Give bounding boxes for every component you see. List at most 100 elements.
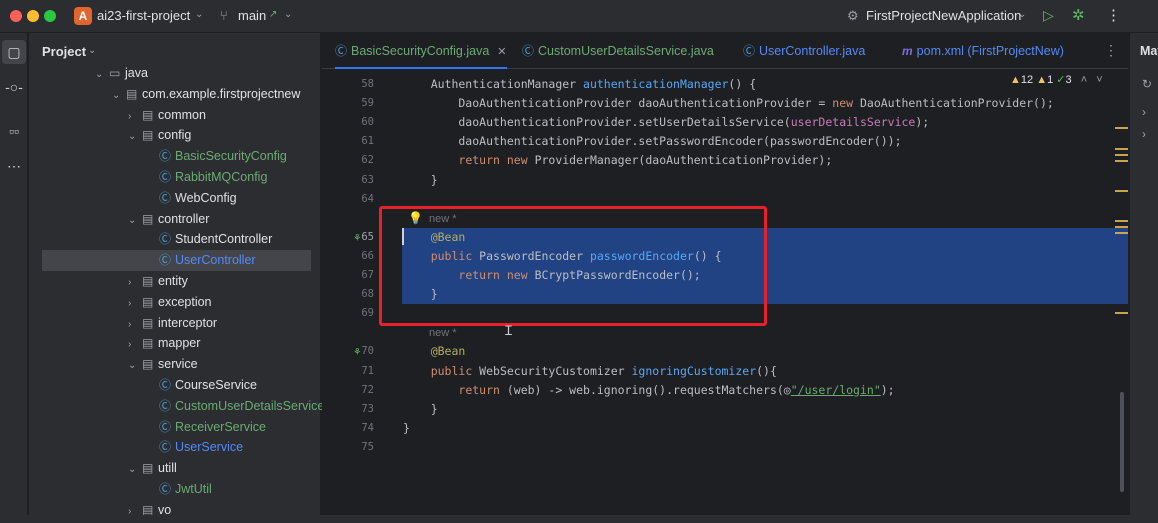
- code-line[interactable]: 61 daoAuthenticationProvider.setPassword…: [322, 132, 1128, 151]
- chevron-down-icon[interactable]: ⌄: [195, 9, 203, 20]
- code-line[interactable]: 60 daoAuthenticationProvider.setUserDeta…: [322, 113, 1128, 132]
- error-stripe-marker[interactable]: [1115, 226, 1128, 228]
- project-selector[interactable]: ai23-first-project: [97, 8, 190, 23]
- error-stripe-marker[interactable]: [1115, 190, 1128, 192]
- code-line[interactable]: 58 AuthenticationManager authenticationM…: [322, 75, 1128, 94]
- inspection-widget[interactable]: ▲12 ▲1 ✓3 ˄ ˅: [1010, 73, 1103, 86]
- tree-item[interactable]: › ▤ entity: [128, 271, 188, 292]
- tabs-more-button[interactable]: ⋮: [1104, 42, 1118, 59]
- run-configuration-selector[interactable]: FirstProjectNewApplication: [866, 8, 1021, 23]
- tree-item[interactable]: ⌄ ▤ config: [128, 125, 191, 146]
- more-actions-button[interactable]: ⋮: [1106, 6, 1121, 24]
- chevron-right-icon[interactable]: ›: [128, 106, 142, 127]
- tree-item[interactable]: ⌄ ▤ controller: [128, 209, 209, 230]
- tree-item[interactable]: ⌄ ▤ utill: [128, 458, 177, 479]
- chevron-down-icon[interactable]: ⌄: [284, 9, 292, 20]
- chevron-down-icon[interactable]: ⌄: [112, 85, 126, 106]
- error-stripe-marker[interactable]: [1115, 312, 1128, 314]
- code-line[interactable]: 72 return (web) -> web.ignoring().reques…: [322, 381, 1128, 400]
- tree-item[interactable]: Ⓒ CustomUserDetailsService: [145, 396, 324, 417]
- tree-item[interactable]: ⌄ ▭ java: [95, 63, 148, 84]
- chevron-right-icon[interactable]: ›: [1142, 105, 1146, 119]
- project-badge[interactable]: A: [74, 7, 92, 25]
- chevron-right-icon[interactable]: ›: [128, 314, 142, 335]
- tree-item[interactable]: Ⓒ BasicSecurityConfig: [145, 146, 287, 167]
- editor-scrollbar[interactable]: [1120, 392, 1124, 492]
- tree-item[interactable]: Ⓒ CourseService: [145, 375, 257, 396]
- tree-item[interactable]: › ▤ mapper: [128, 333, 200, 354]
- chevron-right-icon[interactable]: ›: [128, 293, 142, 314]
- close-icon[interactable]: ✕: [497, 46, 506, 58]
- chevron-right-icon[interactable]: ›: [128, 334, 142, 355]
- chevron-right-icon[interactable]: ›: [1142, 127, 1146, 141]
- tree-item-label: CustomUserDetailsService: [175, 398, 325, 413]
- tab-basic-security-config[interactable]: Ⓒ BasicSecurityConfig.java ✕: [335, 33, 507, 69]
- chevron-up-icon[interactable]: ˄: [1081, 74, 1087, 86]
- code-line[interactable]: 73 }: [322, 400, 1128, 419]
- tree-item[interactable]: ⌄ ▤ com.example.firstprojectnew: [112, 84, 300, 105]
- tree-item[interactable]: › ▤ interceptor: [128, 313, 217, 334]
- code-line[interactable]: 74}: [322, 419, 1128, 438]
- inlay-hint-line[interactable]: new *: [322, 323, 1128, 342]
- chevron-down-icon[interactable]: ⌄: [128, 210, 142, 231]
- tree-item-label: config: [158, 128, 192, 143]
- tree-item[interactable]: Ⓒ RabbitMQConfig: [145, 167, 267, 188]
- error-stripe-marker[interactable]: [1115, 148, 1128, 150]
- tree-item[interactable]: Ⓒ StudentController: [145, 229, 272, 250]
- tree-item[interactable]: Ⓒ WebConfig: [145, 188, 237, 209]
- tab-custom-user-details-service[interactable]: Ⓒ CustomUserDetailsService.java: [522, 33, 714, 69]
- tree-item[interactable]: Ⓒ JwtUtil: [145, 479, 212, 500]
- chevron-down-icon[interactable]: ⌄: [1018, 9, 1026, 20]
- code-token: }: [403, 172, 438, 187]
- commit-icon[interactable]: -○-: [2, 75, 26, 99]
- tab-pom-xml[interactable]: m pom.xml (FirstProjectNew): [902, 33, 1064, 69]
- chevron-down-icon[interactable]: ⌄: [128, 355, 142, 376]
- spring-bean-icon[interactable]: ⚘: [354, 342, 361, 361]
- chevron-down-icon[interactable]: ˅: [1096, 74, 1102, 86]
- author-hint[interactable]: new *: [429, 327, 457, 339]
- code-line[interactable]: 59 DaoAuthenticationProvider daoAuthenti…: [322, 94, 1128, 113]
- code-line[interactable]: 70 ⚘ @Bean: [322, 342, 1128, 361]
- chevron-down-icon[interactable]: ⌄: [88, 45, 96, 56]
- code-line[interactable]: 71 public WebSecurityCustomizer ignoring…: [322, 362, 1128, 381]
- line-number: 59: [361, 97, 374, 110]
- code-token: (web) -> web.ignoring().requestMatchers(…: [499, 382, 791, 397]
- project-folder-icon[interactable]: ▢: [2, 40, 26, 64]
- tree-item[interactable]: › ▤ common: [128, 105, 206, 126]
- close-window-button[interactable]: [10, 10, 22, 22]
- debug-button[interactable]: ✲: [1072, 6, 1085, 24]
- code-token: daoAuthenticationProvider.setPasswordEnc…: [403, 134, 902, 149]
- error-stripe-marker[interactable]: [1115, 160, 1128, 162]
- minimize-window-button[interactable]: [27, 10, 39, 22]
- refresh-icon[interactable]: ↻: [1142, 77, 1152, 91]
- tree-item[interactable]: › ▤ exception: [128, 292, 212, 313]
- maven-panel-title[interactable]: Mav: [1140, 44, 1158, 58]
- code-line[interactable]: 63 }: [322, 171, 1128, 190]
- code-line[interactable]: 75: [322, 438, 1128, 457]
- tree-item[interactable]: Ⓒ UserController: [42, 250, 311, 272]
- error-stripe-marker[interactable]: [1115, 127, 1128, 129]
- structure-icon[interactable]: ▫▫: [2, 119, 26, 143]
- project-panel-title[interactable]: Project: [42, 44, 86, 59]
- error-stripe-marker[interactable]: [1115, 154, 1128, 156]
- run-button[interactable]: ▷: [1043, 7, 1054, 24]
- more-tools-icon[interactable]: ⋯: [2, 154, 26, 178]
- tree-item[interactable]: ⌄ ▤ service: [128, 354, 198, 375]
- maximize-window-button[interactable]: [44, 10, 56, 22]
- tab-user-controller[interactable]: Ⓒ UserController.java: [743, 33, 865, 69]
- tree-item-label: utill: [158, 461, 177, 476]
- code-line[interactable]: 62 return new ProviderManager(daoAuthent…: [322, 151, 1128, 170]
- tree-item[interactable]: Ⓒ UserService: [145, 437, 243, 458]
- chevron-down-icon[interactable]: ⌄: [128, 459, 142, 480]
- chevron-down-icon[interactable]: ⌄: [95, 64, 109, 85]
- branch-selector[interactable]: main: [238, 8, 266, 23]
- spring-bean-icon[interactable]: ⚘: [354, 228, 361, 247]
- error-stripe-marker[interactable]: [1115, 220, 1128, 222]
- error-stripe-marker[interactable]: [1115, 232, 1128, 234]
- chevron-right-icon[interactable]: ›: [128, 272, 142, 293]
- tree-item[interactable]: Ⓒ ReceiverService: [145, 417, 266, 438]
- package-icon: ▤: [142, 315, 154, 330]
- maven-panel: Mav ↻ › ›: [1129, 33, 1158, 523]
- code-token: "/user/login": [790, 382, 881, 397]
- chevron-down-icon[interactable]: ⌄: [128, 126, 142, 147]
